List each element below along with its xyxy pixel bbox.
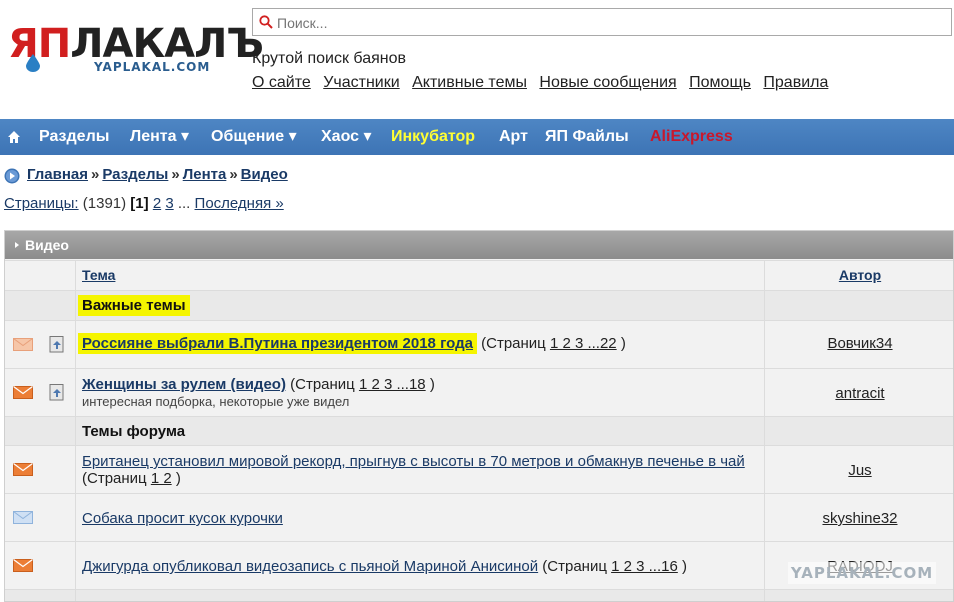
table-row: Россияне выбрали В.Путина президентом 20… <box>5 320 953 369</box>
search-input[interactable] <box>275 12 939 34</box>
crumb-main[interactable]: Главная <box>27 166 88 183</box>
envelope-read-icon <box>13 338 33 351</box>
link-members[interactable]: Участники <box>323 74 399 91</box>
forum-section-row: Темы форума <box>5 416 953 446</box>
topic-title[interactable]: Россияне выбрали В.Путина президентом 20… <box>78 333 477 354</box>
topic-title[interactable]: Джигурда опубликовал видеозапись с пьяно… <box>82 558 538 575</box>
col-author[interactable]: Автор <box>765 267 953 283</box>
crumb-sep: » <box>91 166 100 183</box>
topic-pages[interactable]: 1 2 <box>151 470 172 487</box>
link-rules[interactable]: Правила <box>763 74 828 91</box>
topic-author[interactable]: Jus <box>765 462 953 479</box>
pagination: Страницы: (1391) [1] 2 3 ... Последняя » <box>4 195 284 212</box>
col-title[interactable]: Тема <box>82 267 115 283</box>
nav-chaos[interactable]: Хаос ▾ <box>321 119 372 155</box>
crumb-sep: » <box>171 166 180 183</box>
triangle-icon <box>15 242 19 248</box>
link-about[interactable]: О сайте <box>252 74 311 91</box>
topic-title[interactable]: Британец установил мировой рекорд, прыгн… <box>82 453 745 470</box>
search-box[interactable] <box>252 8 952 36</box>
drop-icon <box>26 54 40 72</box>
watermark: YAPLAKAL.COM <box>788 562 936 584</box>
nav-aliexpress[interactable]: AliExpress <box>650 119 733 155</box>
topic-title[interactable]: Собака просит кусок курочки <box>82 510 283 527</box>
page-2-link[interactable]: 2 <box>153 195 161 212</box>
breadcrumb: Главная» Разделы» Лента» Видео <box>27 166 288 183</box>
envelope-new-icon <box>13 386 33 399</box>
nav-incubator[interactable]: Инкубатор <box>391 119 475 155</box>
important-label: Важные темы <box>78 295 190 316</box>
topic-author[interactable]: antracit <box>765 385 953 402</box>
important-section-row: Важные темы <box>5 290 953 321</box>
column-header-row: Тема Автор <box>5 260 953 291</box>
sticky-doc-icon <box>49 384 64 401</box>
pages-label[interactable]: Страницы: <box>4 195 79 212</box>
crumb-feed[interactable]: Лента <box>183 166 227 183</box>
table-row: Собака просит кусок курочки skyshine32 <box>5 493 953 542</box>
nav-files[interactable]: ЯП Файлы <box>545 119 629 155</box>
breadcrumb-arrow-icon <box>4 168 20 184</box>
crumb-sep: » <box>229 166 238 183</box>
search-icon <box>259 15 273 29</box>
top-links: О сайте Участники Активные темы Новые со… <box>252 74 836 92</box>
pages-count: (1391) <box>82 195 127 212</box>
topic-pages[interactable]: 1 2 3 ...22 <box>550 335 617 352</box>
nav-talk[interactable]: Общение ▾ <box>211 119 297 155</box>
envelope-new-icon <box>13 463 33 476</box>
logo-sub: YAPLAKAL.COM <box>94 60 211 74</box>
crumb-video[interactable]: Видео <box>241 166 288 183</box>
topic-author[interactable]: skyshine32 <box>765 510 953 527</box>
forum-label: Темы форума <box>82 423 186 440</box>
page-3-link[interactable]: 3 <box>165 195 173 212</box>
pages-dots: ... <box>177 195 191 212</box>
topic-pages[interactable]: 1 2 3 ...16 <box>611 558 678 575</box>
nav-feed[interactable]: Лента ▾ <box>130 119 189 155</box>
main-nav: Разделы Лента ▾ Общение ▾ Хаос ▾ Инкубат… <box>0 119 954 155</box>
nav-sections[interactable]: Разделы <box>39 119 109 155</box>
forum-table: Видео Тема Автор Важные темы Россияне вы… <box>4 230 954 602</box>
topic-pages[interactable]: 1 2 3 ...18 <box>359 376 426 393</box>
crumb-sections[interactable]: Разделы <box>102 166 168 183</box>
topic-description: интересная подборка, некоторые уже видел <box>82 394 350 409</box>
envelope-read-icon <box>13 511 33 524</box>
table-row: Британец установил мировой рекорд, прыгн… <box>5 445 953 494</box>
pages-current: [1] <box>130 195 149 212</box>
link-help[interactable]: Помощь <box>689 74 751 91</box>
site-logo[interactable]: ЯПЛАКАЛЪ YAPLAKAL.COM <box>4 22 264 80</box>
page-last-link[interactable]: Последняя » <box>195 195 284 212</box>
forum-title: Видео <box>25 237 69 253</box>
sticky-doc-icon <box>49 336 64 353</box>
topic-title[interactable]: Женщины за рулем (видео) <box>82 376 286 393</box>
envelope-new-icon <box>13 559 33 572</box>
home-icon[interactable] <box>7 130 21 144</box>
forum-header: Видео <box>5 231 953 259</box>
topic-author[interactable]: Вовчик34 <box>765 335 953 352</box>
link-new-messages[interactable]: Новые сообщения <box>539 74 676 91</box>
nav-art[interactable]: Арт <box>499 119 528 155</box>
table-row <box>5 589 953 601</box>
link-active-topics[interactable]: Активные темы <box>412 74 527 91</box>
table-row: Женщины за рулем (видео) (Страниц 1 2 3 … <box>5 368 953 417</box>
tagline: Крутой поиск баянов <box>252 50 407 67</box>
